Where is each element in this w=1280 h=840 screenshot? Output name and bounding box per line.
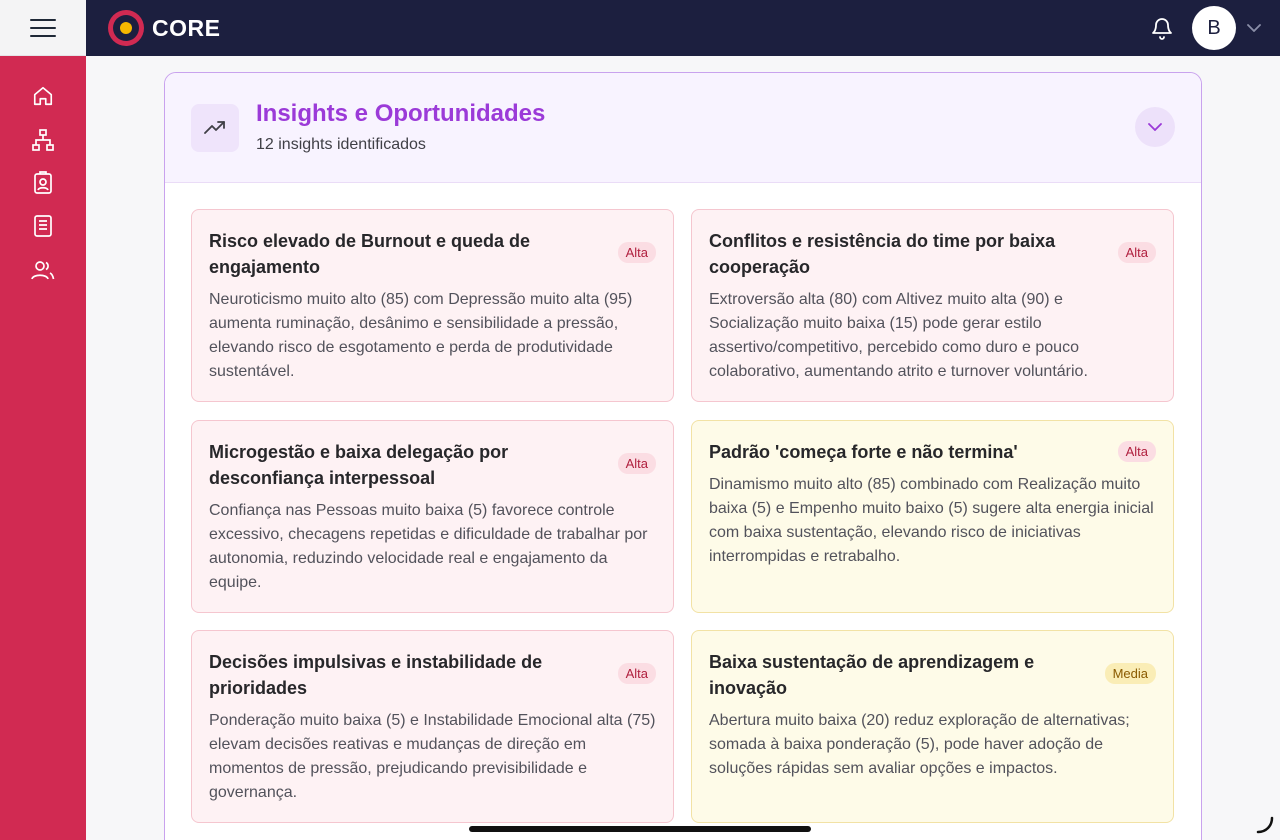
insight-card-title: Decisões impulsivas e instabilidade de p… xyxy=(209,652,543,698)
user-avatar[interactable]: B xyxy=(1192,6,1236,50)
insight-card-title: Microgestão e baixa delegação por descon… xyxy=(209,442,509,488)
resize-handle-icon[interactable] xyxy=(1256,816,1274,834)
insight-card-title: Baixa sustentação de aprendizagem e inov… xyxy=(709,652,1035,698)
insight-card-description: Neuroticismo muito alto (85) com Depress… xyxy=(209,291,633,380)
insight-card[interactable]: Padrão 'começa forte e não termina' Alta… xyxy=(691,420,1174,613)
insight-card[interactable]: Risco elevado de Burnout e queda de enga… xyxy=(191,209,674,402)
users-icon[interactable] xyxy=(28,255,58,285)
top-bar: CORE B xyxy=(86,0,1280,56)
insight-card[interactable]: Conflitos e resistência do time por baix… xyxy=(691,209,1174,402)
insight-card-title: Conflitos e resistência do time por baix… xyxy=(709,231,1056,277)
priority-badge: Media xyxy=(1104,663,1156,684)
main-content: Insights e Oportunidades 12 insights ide… xyxy=(86,56,1280,840)
insight-card-description: Confiança nas Pessoas muito baixa (5) fa… xyxy=(209,502,648,591)
logo-mark-icon xyxy=(108,10,144,46)
insight-card-title: Risco elevado de Burnout e queda de enga… xyxy=(209,231,531,277)
org-chart-icon[interactable] xyxy=(28,125,58,155)
insight-card-description: Ponderação muito baixa (5) e Instabilida… xyxy=(209,712,656,801)
collapse-toggle-button[interactable] xyxy=(1135,107,1175,147)
sidebar xyxy=(0,56,86,840)
document-icon[interactable] xyxy=(28,211,58,241)
chevron-down-icon[interactable] xyxy=(1244,18,1264,38)
insights-panel: Insights e Oportunidades 12 insights ide… xyxy=(164,72,1202,840)
insight-card-description: Extroversão alta (80) com Altivez muito … xyxy=(709,291,1088,380)
insight-card-description: Dinamismo muito alto (85) combinado com … xyxy=(709,476,1154,565)
home-icon[interactable] xyxy=(28,81,58,111)
insight-card-description: Abertura muito baixa (20) reduz exploraç… xyxy=(709,712,1130,777)
insight-card-title: Padrão 'começa forte e não termina' xyxy=(709,442,1018,462)
menu-area xyxy=(0,0,86,56)
priority-badge: Alta xyxy=(1117,242,1156,263)
home-indicator xyxy=(469,826,811,832)
insight-card[interactable]: Microgestão e baixa delegação por descon… xyxy=(191,420,674,613)
hamburger-menu-icon[interactable] xyxy=(29,17,57,39)
badge-icon[interactable] xyxy=(28,168,58,198)
insights-count: 12 insights identificados xyxy=(256,136,426,153)
logo[interactable]: CORE xyxy=(108,10,220,46)
priority-badge: Alta xyxy=(617,242,656,263)
priority-badge: Alta xyxy=(1117,441,1156,462)
brand-name: CORE xyxy=(152,14,221,41)
insight-card[interactable]: Decisões impulsivas e instabilidade de p… xyxy=(191,630,674,823)
insights-panel-header[interactable]: Insights e Oportunidades 12 insights ide… xyxy=(165,73,1201,183)
notification-bell-icon[interactable] xyxy=(1148,14,1176,42)
priority-badge: Alta xyxy=(617,453,656,474)
insights-title: Insights e Oportunidades xyxy=(256,100,546,127)
insight-card[interactable]: Baixa sustentação de aprendizagem e inov… xyxy=(691,630,1174,823)
priority-badge: Alta xyxy=(617,663,656,684)
trending-up-icon xyxy=(191,104,239,152)
